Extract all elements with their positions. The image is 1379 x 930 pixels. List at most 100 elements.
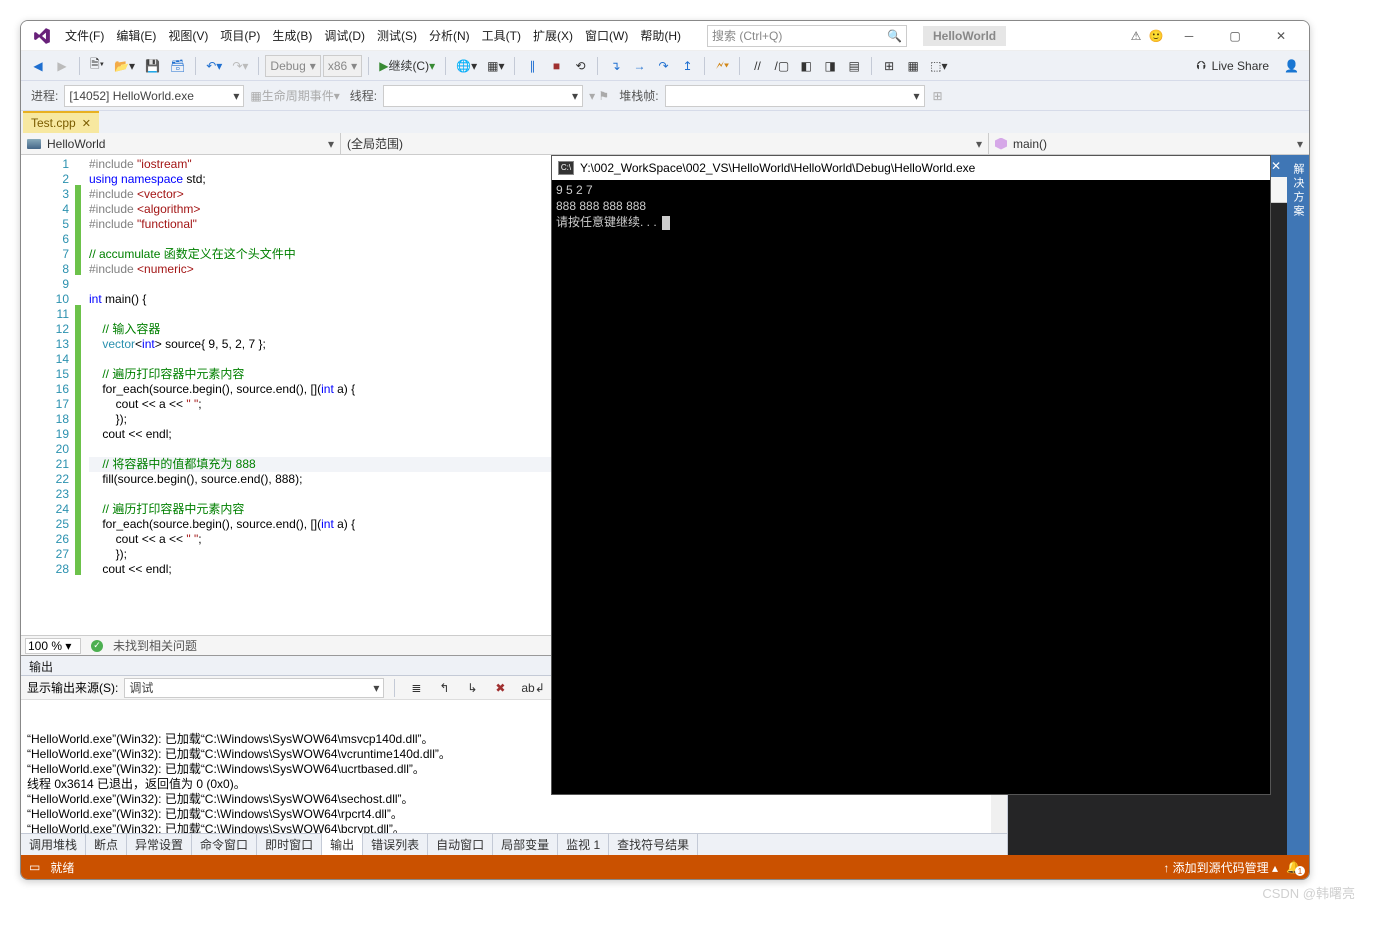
process-label: 进程: bbox=[27, 87, 62, 104]
minimize-button[interactable]: ─ bbox=[1169, 23, 1209, 49]
undo-button[interactable]: ↶▾ bbox=[202, 55, 226, 77]
menu-help[interactable]: 帮助(H) bbox=[634, 23, 687, 48]
thread-dropdown[interactable]: ▾ bbox=[383, 85, 583, 107]
nav-function-dropdown[interactable]: main()▾ bbox=[989, 133, 1309, 154]
stack-tool-button[interactable]: ⊞ bbox=[927, 85, 949, 107]
menu-project[interactable]: 项目(P) bbox=[214, 23, 266, 48]
config-dropdown[interactable]: Debug▾ bbox=[265, 55, 320, 77]
tab-close-icon[interactable]: ✕ bbox=[82, 117, 91, 130]
notification-warning-icon[interactable]: ⚠ bbox=[1129, 29, 1143, 43]
menu-tools[interactable]: 工具(T) bbox=[476, 23, 527, 48]
tab-test-cpp[interactable]: Test.cpp ✕ bbox=[23, 111, 99, 133]
line-number-gutter: 1234567891011121314151617181920212223242… bbox=[21, 155, 75, 635]
tool1-button[interactable]: ⊞ bbox=[878, 55, 900, 77]
menu-extensions[interactable]: 扩展(X) bbox=[527, 23, 579, 48]
output-source-dropdown[interactable]: 调试▾ bbox=[124, 678, 384, 698]
bottom-tab[interactable]: 即时窗口 bbox=[257, 833, 322, 855]
restart-button[interactable]: ⟲ bbox=[569, 55, 591, 77]
step-into-button[interactable]: ↴ bbox=[604, 55, 626, 77]
comment-button[interactable]: // bbox=[746, 55, 768, 77]
issues-text: 未找到相关问题 bbox=[113, 637, 197, 654]
debug-toolbar: 进程: [14052] HelloWorld.exe▾ ▦ 生命周期事件 ▾ 线… bbox=[21, 81, 1309, 111]
menu-debug[interactable]: 调试(D) bbox=[318, 23, 371, 48]
account-icon[interactable]: 👤 bbox=[1280, 55, 1303, 77]
maximize-button[interactable]: ▢ bbox=[1215, 23, 1255, 49]
pause-button[interactable]: ∥ bbox=[521, 55, 543, 77]
bottom-tab[interactable]: 错误列表 bbox=[363, 833, 428, 855]
uncomment-button[interactable]: /▢ bbox=[770, 55, 793, 77]
function-icon bbox=[995, 138, 1007, 150]
hot-reload-button[interactable]: 🗲▾ bbox=[711, 55, 733, 77]
redo-button[interactable]: ↷▾ bbox=[228, 55, 252, 77]
bookmark2-button[interactable]: ◨ bbox=[819, 55, 841, 77]
solution-explorer-tab[interactable]: 解决方案 bbox=[1287, 155, 1309, 855]
tool3-button[interactable]: ⬚▾ bbox=[926, 55, 951, 77]
search-input[interactable]: 搜索 (Ctrl+Q) 🔍 bbox=[707, 25, 907, 47]
live-share-button[interactable]: ⮉Live Share bbox=[1188, 55, 1279, 76]
nav-scope-dropdown[interactable]: (全局范围)▾ bbox=[341, 133, 989, 154]
menubar: 文件(F) 编辑(E) 视图(V) 项目(P) 生成(B) 调试(D) 测试(S… bbox=[21, 21, 1309, 51]
bottom-tab[interactable]: 输出 bbox=[322, 833, 363, 855]
panel-close-icon[interactable]: ✕ bbox=[1271, 159, 1281, 173]
menu-build[interactable]: 生成(B) bbox=[266, 23, 318, 48]
back-button[interactable]: ◀ bbox=[27, 55, 49, 77]
console-icon: C:\ bbox=[558, 161, 574, 175]
menu-window[interactable]: 窗口(W) bbox=[579, 23, 634, 48]
open-button[interactable]: 📂▾ bbox=[110, 55, 139, 77]
output-clear-button[interactable]: ✖ bbox=[489, 677, 511, 699]
source-control-button[interactable]: ↑ 添加到源代码管理 ▴ bbox=[1163, 859, 1278, 876]
console-window[interactable]: C:\ Y:\002_WorkSpace\002_VS\HelloWorld\H… bbox=[551, 155, 1271, 795]
tool2-button[interactable]: ▦ bbox=[902, 55, 924, 77]
output-wrap-button[interactable]: ab↲ bbox=[517, 677, 548, 699]
step-out-button[interactable]: ↥ bbox=[676, 55, 698, 77]
bottom-tab[interactable]: 查找符号结果 bbox=[609, 833, 698, 855]
nav-project-dropdown[interactable]: HelloWorld▾ bbox=[21, 133, 341, 154]
process-dropdown[interactable]: [14052] HelloWorld.exe▾ bbox=[64, 85, 244, 107]
main-toolbar: ◀▶ 🗎▾ 📂▾ 💾 🗃 ↶▾ ↷▾ Debug▾ x86▾ ▶ 继续(C) ▾… bbox=[21, 51, 1309, 81]
no-issues-icon: ✓ bbox=[91, 640, 103, 652]
bottom-tab[interactable]: 局部变量 bbox=[493, 833, 558, 855]
stackframe-label: 堆栈帧: bbox=[615, 87, 662, 104]
search-icon: 🔍 bbox=[887, 29, 902, 43]
bottom-tab[interactable]: 自动窗口 bbox=[428, 833, 493, 855]
thread-filter-button[interactable]: ▾ ⚑ bbox=[585, 85, 613, 107]
bottom-tab[interactable]: 断点 bbox=[86, 833, 127, 855]
bottom-tab[interactable]: 异常设置 bbox=[127, 833, 192, 855]
menu-edit[interactable]: 编辑(E) bbox=[110, 23, 162, 48]
browser-select-button[interactable]: 🌐▾ bbox=[452, 55, 481, 77]
output-goto-button[interactable]: ≣ bbox=[405, 677, 427, 699]
bookmark-button[interactable]: ◧ bbox=[795, 55, 817, 77]
bottom-tab[interactable]: 监视 1 bbox=[558, 833, 609, 855]
menu-analyze[interactable]: 分析(N) bbox=[423, 23, 476, 48]
continue-button[interactable]: ▶ 继续(C) ▾ bbox=[375, 55, 439, 77]
app-select-button[interactable]: ▦▾ bbox=[483, 55, 508, 77]
task-list-button[interactable]: ▤ bbox=[843, 55, 865, 77]
stackframe-dropdown[interactable]: ▾ bbox=[665, 85, 925, 107]
output-next-button[interactable]: ↳ bbox=[461, 677, 483, 699]
notifications-button[interactable]: 🔔 bbox=[1286, 860, 1301, 874]
vs-window: 文件(F) 编辑(E) 视图(V) 项目(P) 生成(B) 调试(D) 测试(S… bbox=[20, 20, 1310, 880]
stop-button[interactable]: ■ bbox=[545, 55, 567, 77]
save-all-button[interactable]: 🗃 bbox=[166, 55, 189, 77]
lifecycle-button[interactable]: ▦ 生命周期事件 ▾ bbox=[246, 85, 343, 107]
new-project-button[interactable]: 🗎▾ bbox=[86, 55, 108, 77]
show-next-button[interactable]: → bbox=[628, 55, 650, 77]
save-button[interactable]: 💾 bbox=[141, 55, 164, 77]
forward-button[interactable]: ▶ bbox=[51, 55, 73, 77]
menu-test[interactable]: 测试(S) bbox=[371, 23, 423, 48]
solution-name: HelloWorld bbox=[923, 26, 1006, 46]
bottom-tab[interactable]: 调用堆栈 bbox=[21, 833, 86, 855]
output-prev-button[interactable]: ↰ bbox=[433, 677, 455, 699]
menu-file[interactable]: 文件(F) bbox=[59, 23, 110, 48]
status-state: 就绪 bbox=[50, 859, 74, 876]
bottom-tabstrip: 调用堆栈断点异常设置命令窗口即时窗口输出错误列表自动窗口局部变量监视 1查找符号… bbox=[21, 833, 1007, 855]
step-over-button[interactable]: ↷ bbox=[652, 55, 674, 77]
search-placeholder: 搜索 (Ctrl+Q) bbox=[712, 27, 782, 44]
platform-dropdown[interactable]: x86▾ bbox=[323, 55, 362, 77]
feedback-icon[interactable]: 🙂 bbox=[1149, 29, 1163, 43]
bottom-tab[interactable]: 命令窗口 bbox=[192, 833, 257, 855]
console-titlebar[interactable]: C:\ Y:\002_WorkSpace\002_VS\HelloWorld\H… bbox=[552, 156, 1270, 180]
zoom-dropdown[interactable]: 100 % ▾ bbox=[25, 638, 81, 654]
menu-view[interactable]: 视图(V) bbox=[162, 23, 214, 48]
close-button[interactable]: ✕ bbox=[1261, 23, 1301, 49]
